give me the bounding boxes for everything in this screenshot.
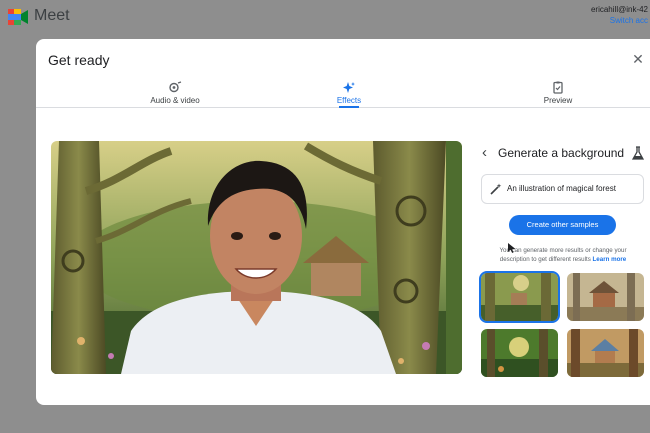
back-button[interactable]: ‹ bbox=[482, 145, 487, 161]
prompt-text: An illustration of magical forest bbox=[507, 184, 616, 193]
account-info: ericahill@ink-42 Switch acc bbox=[528, 4, 648, 26]
generate-background-header: ‹ Generate a background bbox=[482, 145, 650, 163]
tab-preview[interactable]: Preview bbox=[503, 81, 613, 107]
close-icon: ✕ bbox=[632, 51, 644, 67]
flask-icon[interactable] bbox=[632, 146, 644, 160]
dialog-title: Get ready bbox=[48, 52, 110, 68]
sample-thumbnail[interactable] bbox=[567, 329, 644, 377]
sparkle-icon bbox=[343, 82, 355, 93]
audio-video-icon bbox=[169, 81, 182, 93]
tab-label: Effects bbox=[336, 96, 362, 105]
panel-title: Generate a background bbox=[498, 146, 625, 160]
tab-audio-video[interactable]: Audio & video bbox=[120, 81, 230, 107]
learn-more-link[interactable]: Learn more bbox=[593, 256, 627, 263]
tab-label: Audio & video bbox=[150, 96, 200, 105]
get-ready-dialog: Get ready ✕ Audio & video Effects Previe… bbox=[36, 39, 650, 405]
switch-account-link[interactable]: Switch acc bbox=[528, 15, 648, 26]
preview-icon bbox=[553, 81, 563, 94]
mouse-cursor-icon bbox=[508, 243, 516, 253]
create-samples-button[interactable]: Create other samples bbox=[509, 215, 616, 235]
prompt-input[interactable]: An illustration of magical forest bbox=[481, 174, 644, 204]
sample-thumbnail[interactable] bbox=[481, 329, 558, 377]
tab-label: Preview bbox=[543, 96, 573, 105]
tab-effects[interactable]: Effects bbox=[294, 81, 404, 108]
tab-bar: Audio & video Effects Preview bbox=[36, 81, 650, 108]
camera-preview bbox=[51, 141, 462, 374]
sample-thumbnail[interactable] bbox=[567, 273, 644, 321]
top-bar: Meet ericahill@ink-42 Switch acc bbox=[0, 0, 650, 36]
chevron-left-icon: ‹ bbox=[482, 144, 487, 161]
app-name: Meet bbox=[34, 7, 70, 24]
account-email: ericahill@ink-42 bbox=[590, 5, 648, 14]
close-button[interactable]: ✕ bbox=[630, 51, 646, 67]
meet-logo-icon bbox=[8, 9, 28, 25]
sample-thumbnail[interactable] bbox=[479, 271, 560, 323]
magic-wand-icon bbox=[490, 183, 502, 195]
